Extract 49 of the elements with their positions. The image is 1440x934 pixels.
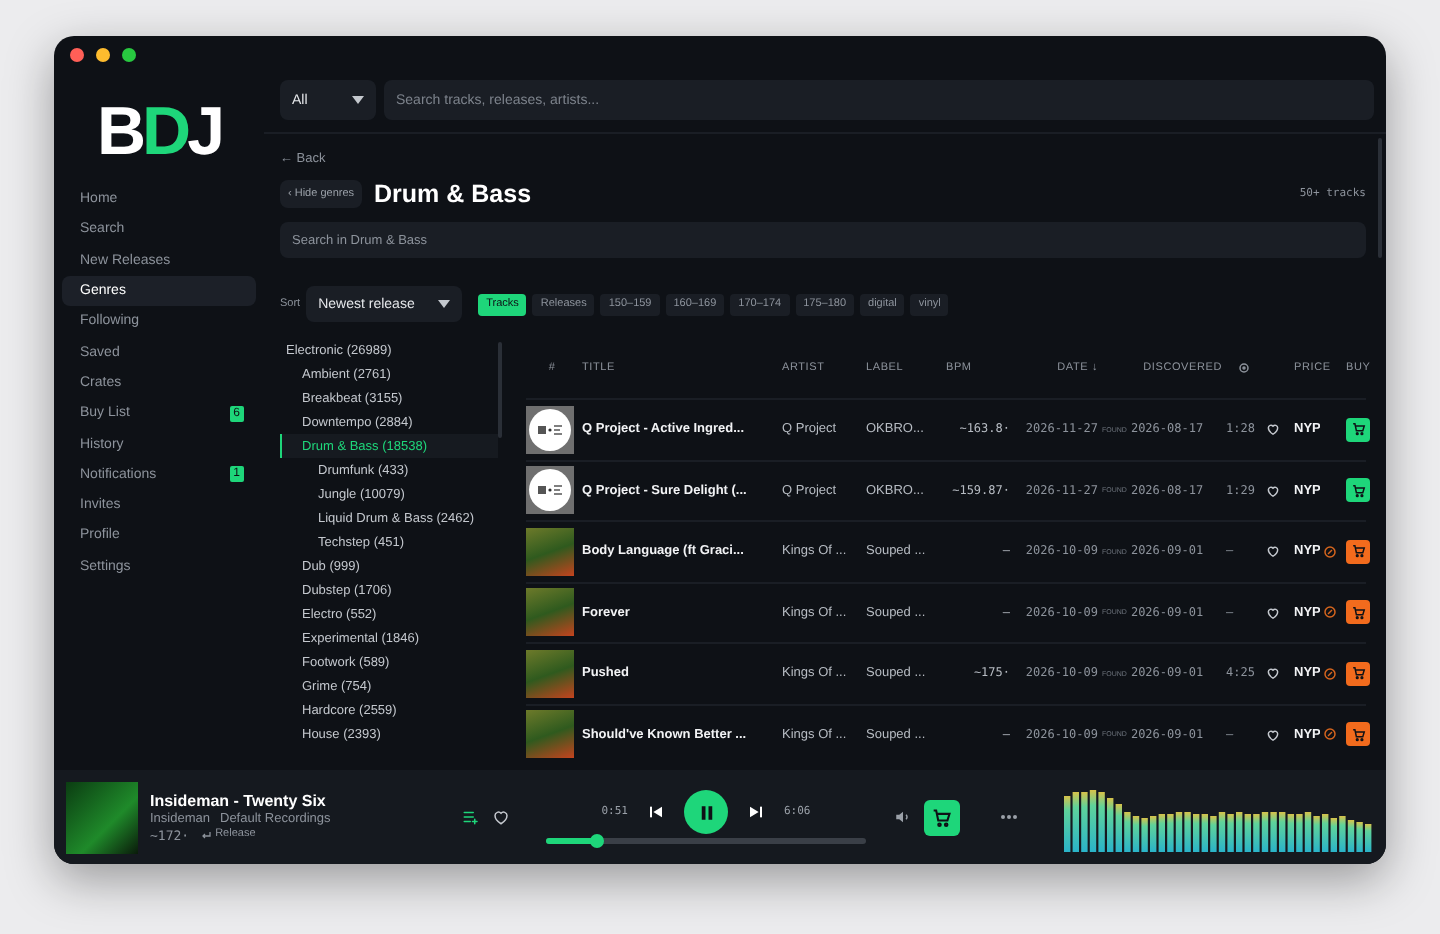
buy-button[interactable] xyxy=(1346,417,1370,442)
caret-icon xyxy=(438,300,451,308)
cart-icon xyxy=(1351,422,1365,437)
cart-icon xyxy=(932,807,952,827)
buy-button[interactable] xyxy=(1346,478,1370,503)
now-playing-title: Insideman - Twenty Six xyxy=(150,791,326,809)
photo-placeholder xyxy=(526,710,574,759)
next-icon[interactable] xyxy=(748,804,764,820)
info-icon xyxy=(1324,667,1337,680)
buy-button[interactable] xyxy=(1346,539,1370,564)
photo-placeholder xyxy=(526,527,574,576)
cover-photo-placeholder xyxy=(66,781,138,853)
play-pause-button[interactable] xyxy=(684,790,728,834)
heart-icon[interactable] xyxy=(1266,544,1280,559)
logo: BDJ xyxy=(94,91,224,173)
return-arrow-icon xyxy=(199,829,212,841)
minimize-window-icon[interactable] xyxy=(96,47,110,61)
maximize-window-icon[interactable] xyxy=(122,47,136,61)
cart-icon xyxy=(1351,666,1365,681)
cart-button[interactable] xyxy=(924,799,960,835)
caret-icon xyxy=(352,96,364,104)
heart-icon[interactable] xyxy=(492,808,510,826)
heart-icon[interactable] xyxy=(1266,483,1280,498)
progress-handle[interactable] xyxy=(590,834,605,848)
photo-placeholder xyxy=(526,588,574,637)
heart-icon[interactable] xyxy=(1266,605,1280,620)
buy-button[interactable] xyxy=(1346,661,1370,686)
buy-button[interactable] xyxy=(1346,600,1370,625)
buy-button[interactable] xyxy=(1346,722,1370,747)
photo-placeholder xyxy=(526,649,574,698)
previous-icon[interactable] xyxy=(648,804,664,820)
page-title: Drum & Bass xyxy=(374,180,534,208)
pause-icon xyxy=(697,803,715,821)
cart-icon xyxy=(1351,544,1365,559)
info-icon xyxy=(1324,545,1337,558)
info-icon xyxy=(1324,728,1337,741)
queue-icon[interactable] xyxy=(462,808,480,826)
close-window-icon[interactable] xyxy=(70,47,84,61)
progress-track[interactable] xyxy=(546,838,866,844)
heart-icon[interactable] xyxy=(1266,666,1280,681)
heart-icon[interactable] xyxy=(1266,727,1280,742)
volume-icon[interactable] xyxy=(894,808,912,826)
settings-icon[interactable] xyxy=(1238,362,1250,374)
heart-icon[interactable] xyxy=(1266,422,1280,437)
cart-icon xyxy=(1351,605,1365,620)
cart-icon xyxy=(1351,483,1365,498)
cart-icon xyxy=(1351,727,1365,742)
info-icon xyxy=(1324,606,1337,619)
more-icon[interactable] xyxy=(1000,814,1018,820)
